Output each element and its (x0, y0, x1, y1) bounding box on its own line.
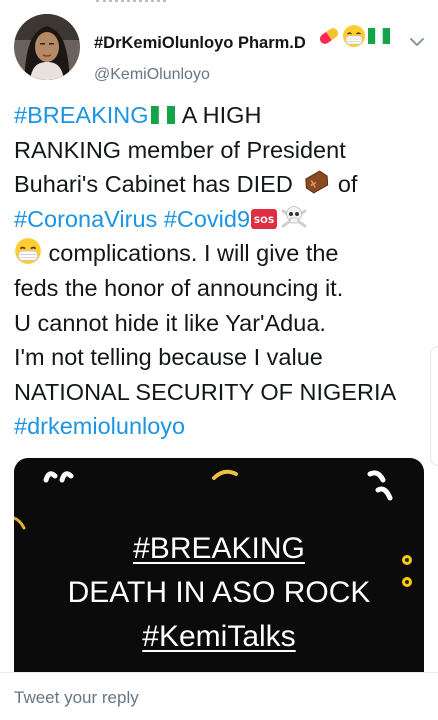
tweet-text: #BREAKING A HIGH RANKING member of Presid… (14, 98, 430, 444)
tweet-line: Buhari's Cabinet has DIED of (14, 167, 430, 202)
tweet-text-segment: of (331, 171, 358, 198)
nigeria-flag-icon (149, 102, 177, 137)
media-headline-kemitalks: #KemiTalks (142, 620, 296, 653)
nigeria-flag-icon (368, 28, 390, 48)
hashtag-link[interactable]: #Covid9 (164, 206, 250, 232)
tweet-line: feds the honor of announcing it. (14, 271, 430, 306)
media-headline-breaking: #BREAKING (133, 532, 305, 565)
tweet-text-segment: complications. I will give the (42, 240, 339, 267)
tweet-line: U cannot hide it like Yar'Adua. (14, 306, 430, 341)
tweet-line: RANKING member of President (14, 133, 430, 168)
hashtag-link[interactable]: #CoronaVirus (14, 206, 157, 232)
hashtag-link[interactable]: #BREAKING (14, 102, 149, 128)
reply-input[interactable] (14, 685, 414, 711)
tweet-line: I'm not telling because I value (14, 340, 430, 375)
tweet-line: #BREAKING A HIGH (14, 98, 430, 133)
mask-face-icon (342, 24, 366, 52)
tweet-text-segment: I'm not telling because I value (14, 344, 323, 371)
skull-crossbones-icon (278, 203, 310, 241)
media-headline-death: DEATH IN ASO ROCK (67, 576, 371, 609)
avatar[interactable] (14, 14, 80, 80)
reply-bar (0, 672, 438, 720)
tweet-line: #drkemiolunloyo (14, 409, 430, 444)
tweet-text-segment: A HIGH (176, 102, 262, 128)
tweet-line: #CoronaVirus #Covid9 SOS (14, 202, 430, 237)
pill-icon (316, 25, 342, 51)
tweet-text-segment: feds the honor of announcing it. (14, 274, 344, 301)
tweet-header: #DrKemiOlunloyo Pharm.D @KemiOlunloyo (0, 12, 438, 88)
sos-icon: SOS (250, 206, 278, 241)
tweet-line: complications. I will give the (14, 236, 430, 271)
mask-face-icon (14, 237, 42, 275)
scroll-handle[interactable] (430, 346, 438, 466)
svg-text:SOS: SOS (254, 216, 275, 226)
tweet-text-segment: U cannot hide it like Yar'Adua. (14, 309, 326, 336)
tweet-media-image[interactable]: #BREAKING DEATH IN ASO ROCK #KemiTalks (14, 458, 424, 674)
coffin-icon (299, 170, 331, 206)
tweet-text-segment: Buhari's Cabinet has DIED (14, 171, 300, 198)
author-handle[interactable]: @KemiOlunloyo (94, 66, 210, 84)
name-emojis (316, 24, 390, 52)
chevron-down-icon[interactable] (408, 34, 426, 48)
previous-tweet-fragment (0, 0, 438, 6)
tweet-line: NATIONAL SECURITY OF NIGERIA (14, 375, 430, 410)
author-display-name[interactable]: #DrKemiOlunloyo Pharm.D (94, 34, 306, 53)
hashtag-link[interactable]: #drkemiolunloyo (14, 413, 185, 439)
tweet-text-segment: NATIONAL SECURITY OF NIGERIA (14, 378, 397, 405)
tweet-text-segment: RANKING member of President (14, 136, 346, 163)
